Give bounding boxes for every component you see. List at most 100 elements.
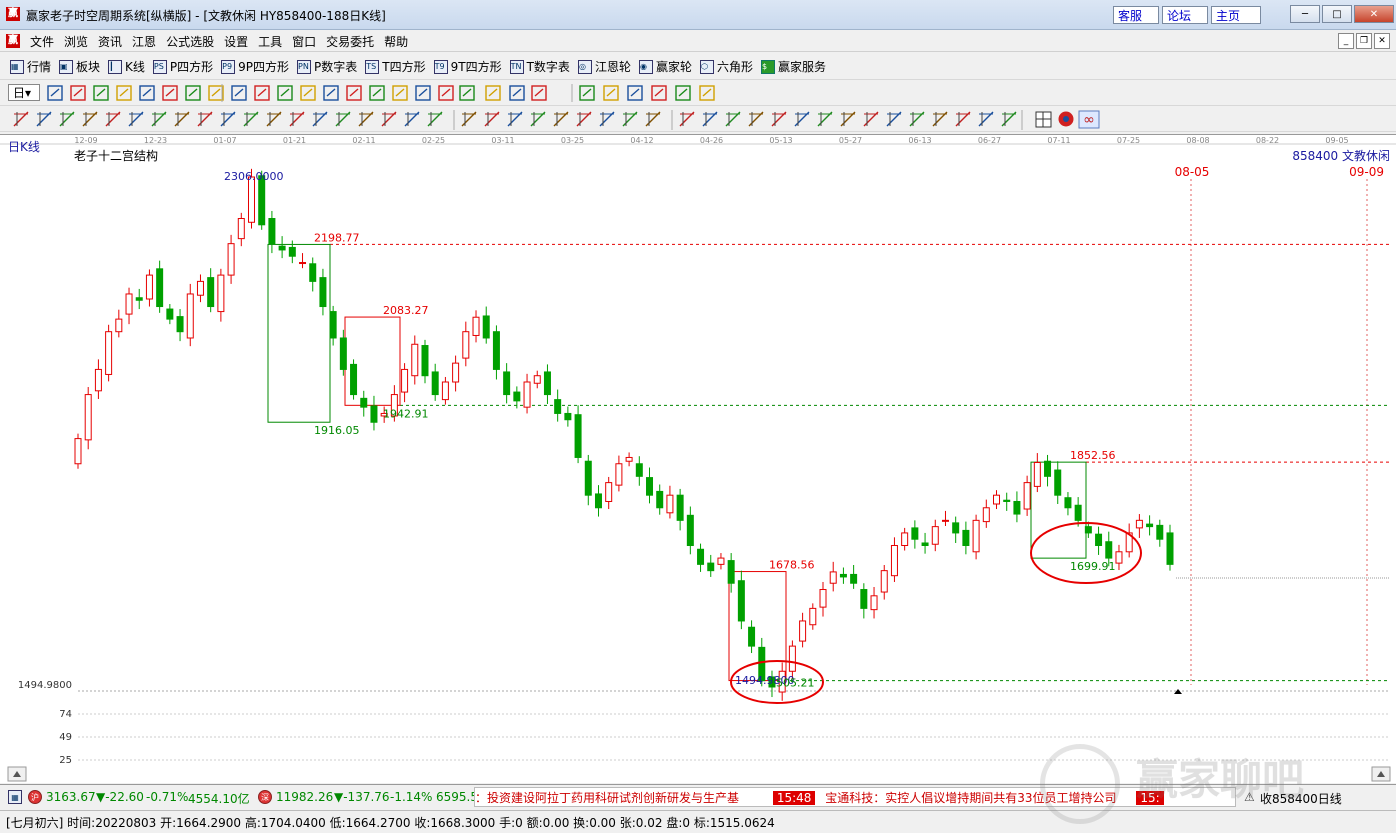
candle[interactable] — [993, 490, 1001, 510]
drawing-tool-icon[interactable] — [1001, 111, 1017, 127]
drawing-tool-icon[interactable] — [82, 111, 98, 127]
drawing-tool-icon[interactable] — [817, 111, 833, 127]
mdi-minimize-button[interactable]: _ — [1338, 33, 1354, 49]
toolbar-pn-button[interactable]: PN P数字表 — [297, 58, 357, 75]
candle[interactable] — [962, 521, 970, 555]
toolbar-t9-button[interactable]: T9 9T四方形 — [433, 58, 502, 75]
candle[interactable] — [1003, 492, 1011, 511]
drawing-tool-icon[interactable] — [576, 111, 592, 127]
candle[interactable] — [890, 537, 898, 582]
toolbar-gann-wheel-button[interactable]: ◎ 江恩轮 — [577, 58, 631, 75]
drawing-tool-icon[interactable] — [645, 111, 661, 127]
drawing-tool-icon[interactable] — [748, 111, 764, 127]
candle[interactable] — [982, 499, 990, 528]
home-link[interactable]: 主页 — [1211, 6, 1261, 24]
candle[interactable] — [646, 467, 654, 504]
candle[interactable] — [972, 514, 980, 560]
tool-icon[interactable] — [392, 85, 408, 101]
candlestick-chart[interactable]: 12-09 12-23 01-07 01-21 02-11 02-25 03-11 03-25… — [0, 135, 1396, 784]
candle[interactable] — [737, 570, 745, 630]
toolbar-blocks-button[interactable]: ▣ 板块 — [59, 58, 100, 75]
forum-link[interactable]: 论坛 — [1162, 6, 1208, 24]
candle[interactable] — [84, 387, 92, 450]
drawing-tool-icon[interactable] — [599, 111, 615, 127]
candle[interactable] — [839, 567, 847, 584]
drawing-tool-icon[interactable] — [702, 111, 718, 127]
candle[interactable] — [441, 376, 449, 405]
scroll-up-right-button[interactable] — [1371, 766, 1391, 782]
candle[interactable] — [829, 561, 837, 592]
candle[interactable] — [207, 268, 215, 313]
candle[interactable] — [329, 305, 337, 346]
candle[interactable] — [850, 564, 858, 589]
candle[interactable] — [309, 257, 317, 292]
candle[interactable] — [533, 370, 541, 389]
toolbar-grid-button[interactable]: ▦ 行情 — [10, 58, 51, 75]
drawing-tool-icon[interactable] — [289, 111, 305, 127]
drawing-tool-icon[interactable] — [794, 111, 810, 127]
tool-icon[interactable] — [139, 85, 155, 101]
candle[interactable] — [288, 240, 296, 264]
infinity-icon[interactable]: ∞ — [1078, 110, 1100, 129]
tool-icon[interactable] — [47, 85, 63, 101]
drawing-tool-icon[interactable] — [771, 111, 787, 127]
candle[interactable] — [686, 506, 694, 555]
menu-gann[interactable]: 江恩 — [132, 33, 156, 50]
candle[interactable] — [1044, 454, 1052, 487]
toolbar-dollar-button[interactable]: $ 赢家服务 — [760, 58, 826, 75]
candle[interactable] — [809, 603, 817, 630]
candle[interactable] — [1023, 475, 1031, 516]
menu-window[interactable]: 窗口 — [292, 33, 316, 50]
candle[interactable] — [196, 274, 204, 303]
drawing-tool-icon[interactable] — [59, 111, 75, 127]
chart-panel[interactable]: 12-09 12-23 01-07 01-21 02-11 02-25 03-11 03-25… — [0, 134, 1396, 783]
candle[interactable] — [819, 581, 827, 617]
candle[interactable] — [931, 519, 939, 552]
candle[interactable] — [1146, 515, 1154, 536]
tool-icon[interactable] — [699, 85, 715, 101]
candle[interactable] — [1054, 461, 1062, 504]
candle[interactable] — [452, 355, 460, 392]
candle[interactable] — [676, 488, 684, 531]
drawing-tool-icon[interactable] — [266, 111, 282, 127]
drawing-tool-icon[interactable] — [530, 111, 546, 127]
candle[interactable] — [135, 288, 143, 310]
drawing-tool-icon[interactable] — [243, 111, 259, 127]
candle[interactable] — [156, 260, 164, 313]
candle[interactable] — [901, 527, 909, 551]
scroll-up-button[interactable] — [7, 766, 27, 782]
menu-info[interactable]: 资讯 — [98, 33, 122, 50]
candle[interactable] — [319, 268, 327, 316]
drawing-tool-icon[interactable] — [725, 111, 741, 127]
drawing-tool-icon[interactable] — [404, 111, 420, 127]
candle[interactable] — [880, 564, 888, 600]
candle[interactable] — [543, 364, 551, 405]
drawing-tool-icon[interactable] — [220, 111, 236, 127]
menu-logo-icon[interactable]: 赢 — [6, 34, 20, 48]
drawing-tool-icon[interactable] — [128, 111, 144, 127]
candle[interactable] — [860, 583, 868, 619]
drawing-tool-icon[interactable] — [622, 111, 638, 127]
candle[interactable] — [360, 390, 368, 417]
tool-icon[interactable] — [185, 85, 201, 101]
drawing-tool-icon[interactable] — [381, 111, 397, 127]
drawing-tool-icon[interactable] — [174, 111, 190, 127]
candle[interactable] — [350, 359, 358, 400]
ticker-grid-icon[interactable]: ▦ — [8, 790, 22, 804]
tool-icon[interactable] — [346, 85, 362, 101]
drawing-tool-icon[interactable] — [484, 111, 500, 127]
menu-trade[interactable]: 交易委托 — [326, 33, 374, 50]
candle[interactable] — [1135, 514, 1143, 538]
candle[interactable] — [472, 310, 480, 343]
candle[interactable] — [594, 485, 602, 517]
tool-icon[interactable] — [651, 85, 667, 101]
tool-icon[interactable] — [627, 85, 643, 101]
candle[interactable] — [370, 395, 378, 431]
tool-icon[interactable] — [485, 85, 501, 101]
drawing-tool-icon[interactable] — [461, 111, 477, 127]
tool-icon[interactable] — [277, 85, 293, 101]
drawing-tool-icon[interactable] — [955, 111, 971, 127]
toolbar-p9-button[interactable]: P9 9P四方形 — [221, 58, 289, 75]
tool-icon[interactable] — [70, 85, 86, 101]
drawing-tool-icon[interactable] — [13, 111, 29, 127]
